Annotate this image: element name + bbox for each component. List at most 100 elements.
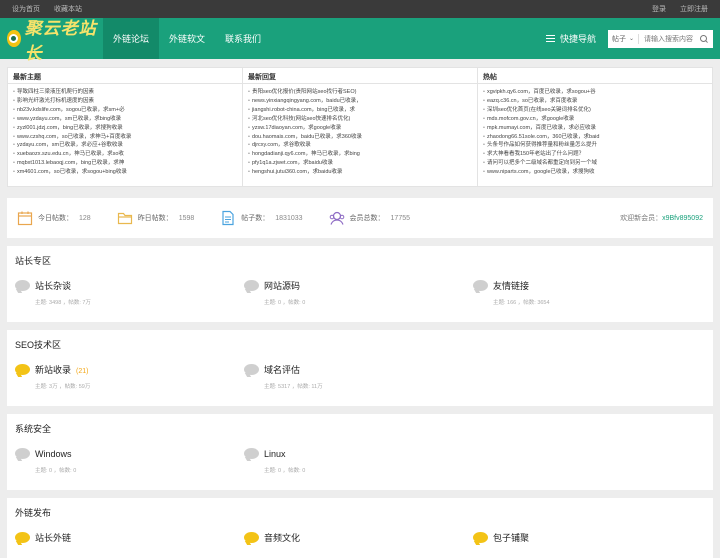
- news-item-link[interactable]: eazq.c36.cn，so已收录，求百度收录: [483, 97, 707, 106]
- news-item-link[interactable]: www.niparts.com，google已收录，求搜狗收: [483, 168, 707, 177]
- search-icon[interactable]: [699, 34, 709, 44]
- news-item-link[interactable]: 影响光纤激光打标机速度的因素: [13, 97, 237, 106]
- chat-bubble-icon: [244, 448, 259, 459]
- forum-item[interactable]: 新站收录 (21) 主题: 3万 ，帖数: 59万: [15, 356, 244, 390]
- stat-yesterday: 昨日帖数： 1598: [117, 210, 194, 226]
- news-item-link[interactable]: xuebaozx.szu.edu.cn，神马已收录，求so收: [13, 150, 237, 159]
- news-item-link[interactable]: 贵阳seo优化报价(贵阳网站seo找行者SEO): [248, 88, 472, 97]
- set-homepage-link[interactable]: 设为首页: [12, 6, 40, 13]
- chevron-down-icon: ⌄: [629, 36, 635, 42]
- news-item-link[interactable]: yzdayu.com，sm已收录，求必应+谷歌收录: [13, 141, 237, 150]
- news-item-link[interactable]: zhaodong66.51sole.com，360已收录，求baid: [483, 133, 707, 142]
- bookmark-link[interactable]: 收藏本站: [54, 6, 82, 13]
- news-item-link[interactable]: pfy1q1a.zjwet.com，求baidu收录: [248, 159, 472, 168]
- forum-item[interactable]: Windows 主题: 0 ，帖数: 0: [15, 440, 244, 474]
- forum-name-link[interactable]: 站长杂谈: [35, 281, 71, 291]
- forum-meta: 主题: 3498 ，帖数: 7万: [35, 300, 91, 306]
- news-item-link[interactable]: news.yinxiangqingyang.com，baidu已收录，: [248, 97, 472, 106]
- news-item-link[interactable]: zyzl001.jdzj.com，bing已收录，求搜狗收录: [13, 124, 237, 133]
- nav-forum[interactable]: 外链论坛: [103, 18, 160, 59]
- posts-count: 1831033: [275, 214, 303, 222]
- site-logo[interactable]: 聚云老站长: [7, 14, 97, 64]
- section-title: SEO技术区: [15, 340, 62, 350]
- news-item-link[interactable]: jiangshi.robot-china.com，bing已收录，求: [248, 106, 472, 115]
- news-column-title: 热帖: [478, 68, 712, 84]
- forum-section: SEO技术区 新站收录 (21) 主题: 3万 ，帖数: 59万 域名评估 主题: 531…: [7, 330, 713, 406]
- quick-nav-button[interactable]: 快捷导航: [545, 32, 596, 45]
- forum-meta: 主题: 5317 ，帖数: 11万: [264, 384, 323, 390]
- news-item-link[interactable]: mds.mofcom.gov.cn，求google收录: [483, 115, 707, 124]
- chat-bubble-icon: [15, 448, 30, 459]
- news-column: 最新回复贵阳seo优化报价(贵阳网站seo找行者SEO)news.yinxian…: [243, 68, 478, 186]
- news-item-link[interactable]: www.yzdayu.com，sm已收录，求bing收录: [13, 115, 237, 124]
- today-count: 128: [79, 214, 91, 222]
- forum-name-link[interactable]: 友情链接: [493, 281, 529, 291]
- forum-item[interactable]: 友情链接 主题: 166 ，帖数: 3654: [473, 272, 702, 306]
- news-item-link[interactable]: xgvipkh.qy6.com，百度已收录，求sogou+谷: [483, 88, 707, 97]
- menu-icon: [545, 33, 555, 44]
- section-title: 站长专区: [15, 256, 52, 266]
- forum-item[interactable]: 音频文化: [244, 524, 473, 544]
- forum-name-link[interactable]: 网站源码: [264, 281, 300, 291]
- chat-bubble-icon: [244, 364, 259, 375]
- welcome-new-member: 欢迎新会员：x9Bfv895092: [620, 215, 703, 222]
- news-item-link[interactable]: 导致四柱三梁液压机爬行的因素: [13, 88, 237, 97]
- news-column: 最新主题导致四柱三梁液压机爬行的因素影响光纤激光打标机速度的因素nb23v.kd…: [8, 68, 243, 186]
- chat-bubble-icon: [244, 532, 259, 543]
- news-item-link[interactable]: xm4601.com，so已收录，求sogou+bing收录: [13, 168, 237, 177]
- members-count: 17755: [390, 214, 410, 222]
- news-item-link[interactable]: 河北seo优化科技(网站seo快速排名优化): [248, 115, 472, 124]
- chat-bubble-icon: [244, 280, 259, 291]
- news-item-link[interactable]: mqbxt1013.lebaoqj.com，bing已收录，求神: [13, 159, 237, 168]
- news-panel: 最新主题导致四柱三梁液压机爬行的因素影响光纤激光打标机速度的因素nb23v.kd…: [7, 67, 713, 187]
- search-box[interactable]: 帖子 ⌄ 请输入搜索内容: [608, 29, 713, 48]
- login-link[interactable]: 登录: [652, 6, 666, 13]
- search-type-select[interactable]: 帖子 ⌄: [608, 33, 640, 44]
- forum-meta: 主题: 0 ，帖数: 0: [264, 468, 306, 474]
- chat-bubble-icon: [473, 532, 488, 543]
- forum-meta: 主题: 0 ，帖数: 0: [35, 468, 77, 474]
- news-item-link[interactable]: 求大神看看我150年老站出了什么问题？: [483, 150, 707, 159]
- calendar-icon: [17, 211, 33, 226]
- chat-bubble-icon: [15, 280, 30, 291]
- news-item-link[interactable]: hongdadianji.qy6.com，神马已收录，求bing: [248, 150, 472, 159]
- stats-bar: 今日帖数： 128 昨日帖数： 1598 帖子数： 1831033 会员总数： …: [7, 198, 713, 238]
- news-item-link[interactable]: 头条号作品如何获得推荐量和粉丝量怎么提升: [483, 141, 707, 150]
- forum-item[interactable]: 网站源码 主题: 0 ，帖数: 0: [244, 272, 473, 306]
- nav-contact[interactable]: 联系我们: [215, 18, 271, 59]
- forum-item[interactable]: Linux 主题: 0 ，帖数: 0: [244, 440, 473, 474]
- news-item-link[interactable]: dou.haomais.com，baidu已收录，求360收录: [248, 133, 472, 142]
- stat-today: 今日帖数： 128: [17, 210, 91, 226]
- news-column: 热帖 xgvipkh.qy6.com，百度已收录，求sogou+谷eazq.c36…: [478, 68, 712, 186]
- document-icon: [222, 210, 234, 226]
- forum-name-link[interactable]: 包子铺聚: [493, 533, 529, 543]
- news-item-link[interactable]: nb23v.kdslife.com，sogou已收录，求sm+必: [13, 106, 237, 115]
- news-item-link[interactable]: mpk.mumayi.com，百度已收录，求必应收录: [483, 124, 707, 133]
- news-item-link[interactable]: yzsw.17diaoyan.com，求google收录: [248, 124, 472, 133]
- forum-name-link[interactable]: 音频文化: [264, 533, 300, 543]
- forum-section: 站长专区 站长杂谈 主题: 3498 ，帖数: 7万 网站源码 主题: 0 ，帖数: 0…: [7, 246, 713, 322]
- forum-name-link[interactable]: 域名评估: [264, 365, 300, 375]
- forum-section: 系统安全 Windows 主题: 0 ，帖数: 0 Linux 主题: 0 ，帖数: 0: [7, 414, 713, 490]
- forum-item[interactable]: 包子铺聚: [473, 524, 702, 544]
- forum-name-link[interactable]: 站长外链: [35, 533, 71, 543]
- forum-section: 外链发布 站长外链 音频文化 包子铺聚: [7, 498, 713, 558]
- chat-bubble-icon: [15, 532, 30, 543]
- forum-name-link[interactable]: Windows: [35, 449, 72, 459]
- news-item-link[interactable]: 请问可以把多个二级域名都重定向到另一个域: [483, 159, 707, 168]
- news-item-link[interactable]: 深圳seo优化首页(在线seo关键词排名优化): [483, 106, 707, 115]
- news-item-link[interactable]: hengshui.jutui360.com，求baidu收录: [248, 168, 472, 177]
- news-item-link[interactable]: djrcxy.com，求谷歌收录: [248, 141, 472, 150]
- forum-item[interactable]: 站长杂谈主题: 3498 ，帖数: 7万: [15, 272, 244, 306]
- chat-bubble-icon: [15, 364, 30, 375]
- nav-articles[interactable]: 外链软文: [159, 18, 215, 59]
- forum-meta: 主题: 3万 ，帖数: 59万: [35, 384, 91, 390]
- register-link[interactable]: 立即注册: [680, 6, 708, 13]
- new-member-link[interactable]: x9Bfv895092: [662, 215, 703, 222]
- forum-item[interactable]: 站长外链: [15, 524, 244, 544]
- forum-name-link[interactable]: Linux: [264, 449, 286, 459]
- search-input[interactable]: 请输入搜索内容: [639, 34, 699, 44]
- forum-item[interactable]: 域名评估主题: 5317 ，帖数: 11万: [244, 356, 473, 390]
- news-item-link[interactable]: www.czshq.com，so已收录，求神马+百度收录: [13, 133, 237, 142]
- forum-name-link[interactable]: 新站收录: [35, 365, 71, 375]
